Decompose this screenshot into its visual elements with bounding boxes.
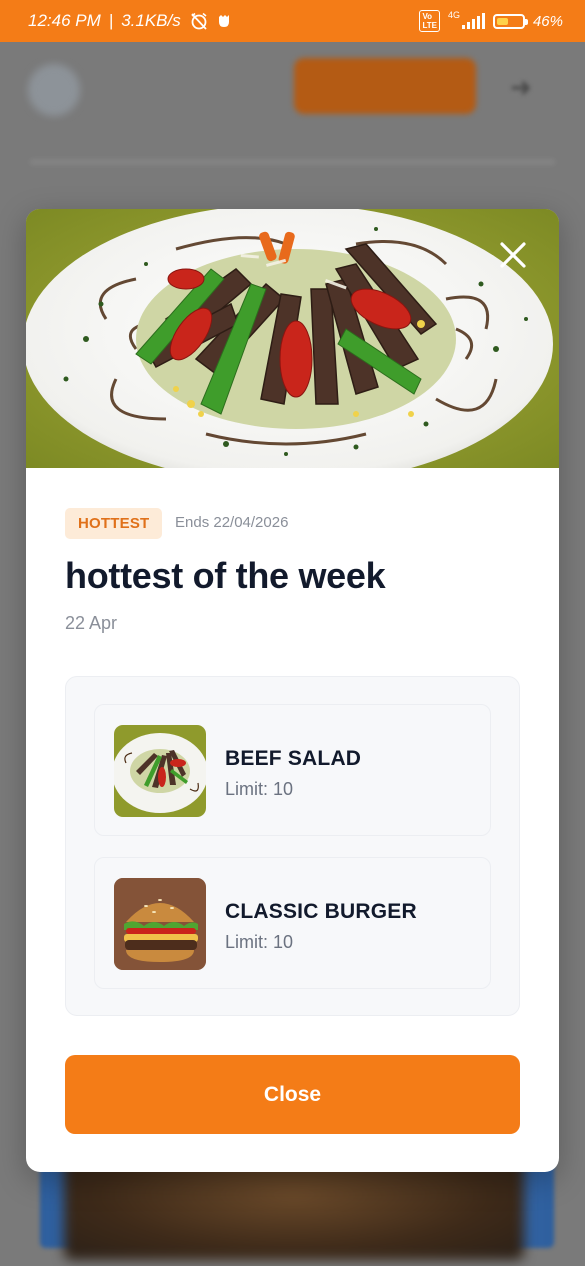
alarm-off-icon [191, 12, 207, 30]
status-speed: 3.1KB/s [121, 11, 181, 30]
battery-percent: 46% [532, 12, 563, 30]
volte-icon: Vo LTE [419, 10, 440, 32]
status-separator: | [108, 11, 114, 30]
ends-date: Ends 22/04/2026 [175, 514, 289, 531]
status-left: 12:46 PM | 3.1KB/s [28, 11, 231, 31]
background-logout-icon: ➜ [510, 72, 532, 102]
close-button[interactable]: Close [65, 1055, 520, 1134]
notification-app-icon [218, 15, 229, 27]
list-item-beef-salad[interactable]: BEEF SALAD Limit: 10 [94, 704, 491, 836]
network-type: 4G [447, 10, 460, 20]
item-limit: Limit: 10 [225, 932, 294, 952]
offer-title: hottest of the week [65, 555, 386, 596]
status-bar: 12:46 PM | 3.1KB/s Vo LTE 4G 46% [0, 0, 585, 42]
item-limit: Limit: 10 [225, 779, 294, 799]
hottest-badge: HOTTEST [65, 508, 163, 539]
close-icon[interactable] [497, 239, 529, 271]
background-divider [30, 160, 555, 164]
background-button [294, 58, 476, 114]
battery-icon [492, 13, 528, 29]
beef-salad-hero-illustration [26, 209, 559, 468]
offer-date: 22 Apr [65, 613, 118, 633]
offer-modal: HOTTEST Ends 22/04/2026 hottest of the w… [26, 209, 559, 1172]
item-name: CLASSIC BURGER [225, 900, 417, 923]
background-logo [28, 64, 80, 116]
signal-icon [461, 13, 485, 29]
classic-burger-thumbnail [114, 878, 206, 970]
item-name: BEEF SALAD [225, 747, 362, 770]
beef-salad-thumbnail [114, 725, 206, 817]
battery-fill [496, 17, 508, 25]
items-list: BEEF SALAD Limit: 10 CLASSIC BURGER Limi [65, 676, 520, 1016]
hero-image [26, 209, 559, 468]
list-item-classic-burger[interactable]: CLASSIC BURGER Limit: 10 [94, 857, 491, 989]
status-time: 12:46 PM [28, 11, 101, 30]
status-right: Vo LTE 4G 46% [419, 10, 563, 32]
